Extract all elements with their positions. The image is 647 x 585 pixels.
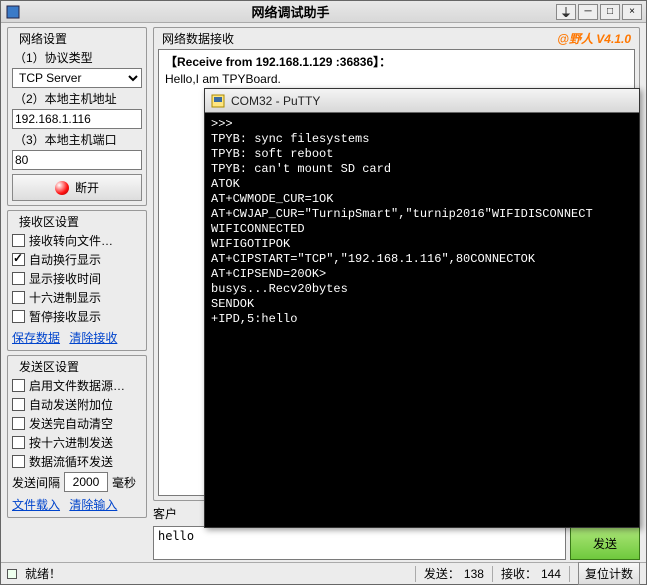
main-title: 网络调试助手	[25, 2, 556, 21]
recv-opt-label-4: 暂停接收显示	[29, 308, 101, 325]
interval-label-post: 毫秒	[112, 474, 136, 491]
client-label: 客户	[153, 505, 177, 522]
send-opt-checkbox-2[interactable]	[12, 417, 25, 430]
recv-area-title: 网络数据接收	[162, 30, 234, 47]
host-input[interactable]	[12, 109, 142, 129]
status-send-count: 138	[464, 567, 484, 581]
send-opt-label-0: 启用文件数据源…	[29, 377, 125, 394]
status-recv-count: 144	[541, 567, 561, 581]
recv-opt-label-2: 显示接收时间	[29, 270, 101, 287]
disconnect-button[interactable]: 断开	[12, 174, 142, 201]
main-titlebar: 网络调试助手 ─ □ ×	[1, 1, 646, 23]
send-opt-checkbox-0[interactable]	[12, 379, 25, 392]
recv-opt-label-1: 自动换行显示	[29, 251, 101, 268]
send-opt-checkbox-3[interactable]	[12, 436, 25, 449]
brand-label: @野人 V4.1.0	[557, 30, 631, 47]
status-recv-label: 接收：	[501, 565, 537, 582]
recv-opt-checkbox-3[interactable]	[12, 291, 25, 304]
putty-icon	[211, 94, 225, 108]
recv-settings-group: 接收区设置 接收转向文件… 自动换行显示显示接收时间十六进制显示暂停接收显示 保存…	[7, 210, 147, 351]
recv-opt-checkbox-0[interactable]	[12, 234, 25, 247]
send-opt-label-4: 数据流循环发送	[29, 453, 113, 470]
send-opt-checkbox-1[interactable]	[12, 398, 25, 411]
minimize-button[interactable]: ─	[578, 4, 598, 20]
recv-settings-title: 接收区设置	[16, 213, 82, 230]
send-opt-label-3: 按十六进制发送	[29, 434, 113, 451]
ready-icon	[7, 569, 17, 579]
disconnect-label: 断开	[75, 179, 99, 196]
send-settings-title: 发送区设置	[16, 358, 82, 375]
status-ready: 就绪！	[25, 565, 61, 582]
close-button[interactable]: ×	[622, 4, 642, 20]
port-input[interactable]	[12, 150, 142, 170]
recv-opt-label-0: 接收转向文件…	[29, 232, 113, 249]
proto-select[interactable]: TCP Server	[12, 68, 142, 88]
clear-recv-link[interactable]: 清除接收	[69, 331, 117, 345]
net-settings-group: 网络设置 （1）协议类型 TCP Server （2）本地主机地址 （3）本地主…	[7, 27, 147, 206]
pin-button[interactable]	[556, 4, 576, 20]
putty-titlebar[interactable]: COM32 - PuTTY	[205, 89, 639, 113]
send-opt-checkbox-4[interactable]	[12, 455, 25, 468]
file-load-link[interactable]: 文件载入	[12, 498, 60, 512]
recv-opt-label-3: 十六进制显示	[29, 289, 101, 306]
putty-terminal[interactable]: >>> TPYB: sync filesystems TPYB: soft re…	[205, 113, 639, 527]
maximize-button[interactable]: □	[600, 4, 620, 20]
interval-input[interactable]	[64, 472, 108, 492]
proto-label: （1）协议类型	[14, 49, 142, 66]
save-data-link[interactable]: 保存数据	[12, 331, 60, 345]
recv-opt-checkbox-2[interactable]	[12, 272, 25, 285]
status-bar: 就绪！ 发送： 138 接收： 144 复位计数	[1, 562, 646, 584]
status-send-label: 发送：	[424, 565, 460, 582]
interval-label-pre: 发送间隔	[12, 474, 60, 491]
send-opt-label-2: 发送完自动清空	[29, 415, 113, 432]
putty-window[interactable]: COM32 - PuTTY >>> TPYB: sync filesystems…	[204, 88, 640, 528]
host-label: （2）本地主机地址	[14, 90, 142, 107]
clear-send-link[interactable]: 清除输入	[69, 498, 117, 512]
app-icon	[5, 4, 21, 20]
reset-count-button[interactable]: 复位计数	[578, 562, 640, 585]
net-settings-title: 网络设置	[16, 30, 70, 47]
record-icon	[55, 181, 69, 195]
putty-title: COM32 - PuTTY	[231, 94, 639, 108]
send-settings-group: 发送区设置 启用文件数据源… 自动发送附加位发送完自动清空按十六进制发送数据流循环…	[7, 355, 147, 518]
send-button[interactable]: 发送	[570, 526, 640, 560]
port-label: （3）本地主机端口	[14, 131, 142, 148]
send-opt-label-1: 自动发送附加位	[29, 396, 113, 413]
send-textarea[interactable]	[153, 526, 566, 560]
recv-opt-checkbox-1[interactable]	[12, 253, 25, 266]
recv-opt-checkbox-4[interactable]	[12, 310, 25, 323]
